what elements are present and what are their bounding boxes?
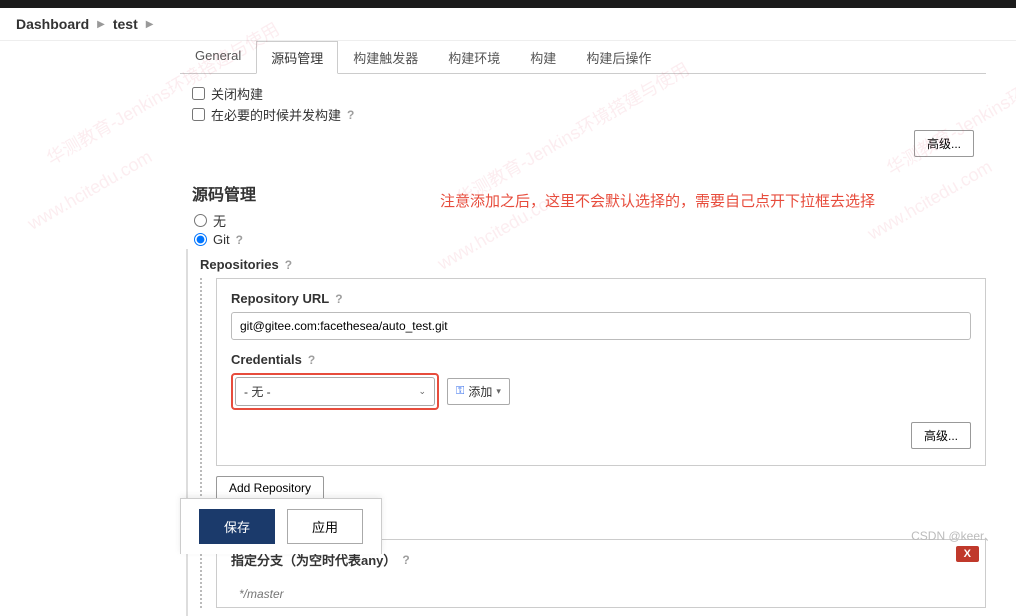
branch-spec-input[interactable] bbox=[231, 583, 971, 605]
tab-general[interactable]: General bbox=[180, 41, 256, 73]
breadcrumb: Dashboard ▶ test ▶ bbox=[0, 8, 1016, 41]
delete-branch-button[interactable]: X bbox=[956, 546, 979, 562]
topbar bbox=[0, 0, 1016, 8]
disable-build-checkbox[interactable] bbox=[192, 87, 205, 100]
scm-none-label: 无 bbox=[213, 211, 226, 230]
key-icon: ⚿ bbox=[456, 385, 464, 398]
repo-url-input[interactable] bbox=[231, 312, 971, 340]
advanced-button[interactable]: 高级... bbox=[914, 130, 974, 157]
scm-git-label: Git bbox=[213, 232, 230, 247]
save-button[interactable]: 保存 bbox=[199, 509, 275, 544]
add-credentials-button[interactable]: ⚿ 添加 ▾ bbox=[447, 378, 510, 405]
credentials-label: Credentials bbox=[231, 352, 302, 367]
add-repository-button[interactable]: Add Repository bbox=[216, 476, 324, 500]
help-icon[interactable]: ? bbox=[335, 292, 342, 306]
tab-post[interactable]: 构建后操作 bbox=[571, 41, 666, 73]
chevron-right-icon: ▶ bbox=[97, 19, 105, 30]
add-label: 添加 bbox=[468, 383, 492, 400]
disable-build-label: 关闭构建 bbox=[211, 84, 263, 103]
chevron-down-icon: ▾ bbox=[496, 386, 501, 397]
repositories-label: Repositories bbox=[200, 257, 279, 272]
scm-git-radio[interactable] bbox=[194, 233, 207, 246]
credentials-select[interactable]: - 无 - ⌄ bbox=[235, 377, 435, 406]
footer-actions: 保存 应用 bbox=[180, 498, 382, 554]
help-icon[interactable]: ? bbox=[236, 233, 243, 247]
credentials-value: - 无 - bbox=[244, 383, 271, 400]
chevron-down-icon: ⌄ bbox=[418, 386, 426, 397]
help-icon[interactable]: ? bbox=[402, 553, 409, 567]
tab-build[interactable]: 构建 bbox=[515, 41, 571, 73]
tab-env[interactable]: 构建环境 bbox=[433, 41, 515, 73]
tab-scm[interactable]: 源码管理 bbox=[256, 41, 338, 74]
repo-url-label: Repository URL bbox=[231, 291, 329, 306]
apply-button[interactable]: 应用 bbox=[287, 509, 363, 544]
tab-triggers[interactable]: 构建触发器 bbox=[338, 41, 433, 73]
breadcrumb-dashboard[interactable]: Dashboard bbox=[16, 16, 89, 32]
help-icon[interactable]: ? bbox=[308, 353, 315, 367]
breadcrumb-item[interactable]: test bbox=[113, 16, 138, 32]
concurrent-build-label: 在必要的时候并发构建 bbox=[211, 105, 341, 124]
scm-none-radio[interactable] bbox=[194, 214, 207, 227]
annotation-text: 注意添加之后，这里不会默认选择的，需要自己点开下拉框去选择 bbox=[440, 190, 875, 211]
help-icon[interactable]: ? bbox=[285, 258, 292, 272]
chevron-right-icon: ▶ bbox=[146, 19, 154, 30]
csdn-watermark: CSDN @keer、 bbox=[911, 527, 996, 544]
credentials-highlight: - 无 - ⌄ bbox=[231, 373, 439, 410]
help-icon[interactable]: ? bbox=[347, 108, 354, 122]
tabs: General 源码管理 构建触发器 构建环境 构建 构建后操作 bbox=[180, 41, 986, 74]
advanced-button[interactable]: 高级... bbox=[911, 422, 971, 449]
concurrent-build-checkbox[interactable] bbox=[192, 108, 205, 121]
